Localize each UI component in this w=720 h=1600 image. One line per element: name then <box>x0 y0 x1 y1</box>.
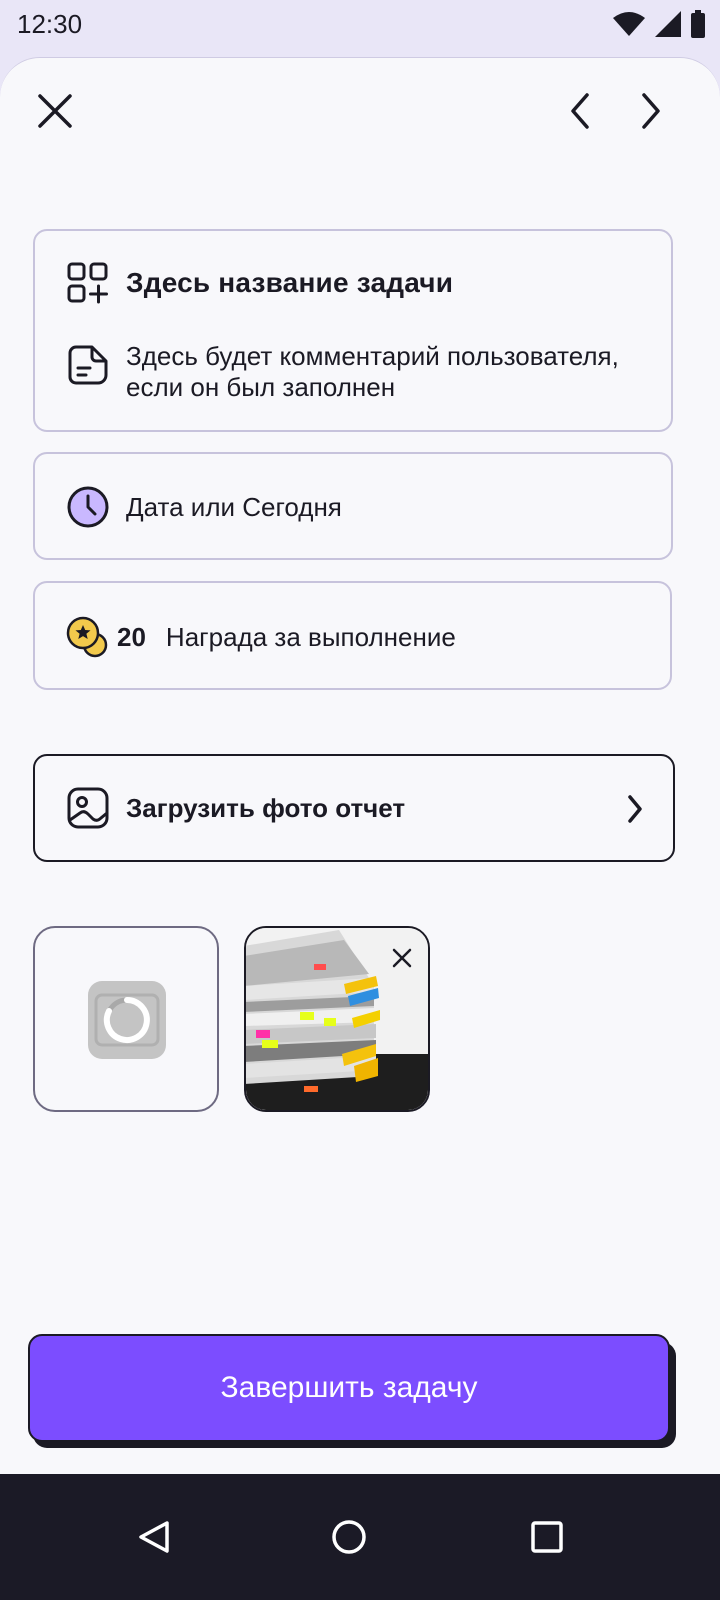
signal-icon <box>655 11 681 37</box>
recents-square-icon <box>531 1521 563 1553</box>
back-triangle-icon <box>139 1521 169 1553</box>
nav-home-button[interactable] <box>314 1502 384 1572</box>
wifi-icon <box>613 12 645 36</box>
task-comment: Здесь будет комментарий пользователя, ес… <box>126 341 619 402</box>
status-time: 12:30 <box>17 9 83 39</box>
next-task-button[interactable] <box>623 83 679 139</box>
battery-icon <box>691 10 705 38</box>
photo-placeholder <box>88 981 166 1059</box>
nav-recents-button[interactable] <box>512 1502 582 1572</box>
task-date: Дата или Сегодня <box>126 491 342 522</box>
reward-label: Награда за выполнение <box>165 621 456 652</box>
chevron-right-icon <box>642 93 660 129</box>
image-icon <box>67 787 109 829</box>
date-card: Дата или Сегодня <box>33 452 673 560</box>
close-icon <box>392 948 412 968</box>
chevron-left-icon <box>571 93 589 129</box>
photo-thumbnail-loading <box>33 926 219 1112</box>
loading-spinner-icon <box>94 993 160 1047</box>
close-icon <box>38 94 72 128</box>
nav-back-button[interactable] <box>119 1502 189 1572</box>
apps-add-icon <box>67 262 108 304</box>
complete-task-button[interactable]: Завершить задачу <box>28 1334 670 1442</box>
photo-thumbnail[interactable] <box>244 926 430 1112</box>
task-info-card: Здесь название задачи Здесь будет коммен… <box>33 229 673 432</box>
upload-photo-label: Загрузить фото отчет <box>126 792 406 823</box>
task-title: Здесь название задачи <box>126 267 454 298</box>
reward-card: 20 Награда за выполнение <box>33 581 672 690</box>
remove-photo-button[interactable] <box>384 940 420 976</box>
reward-amount: 20 <box>117 621 146 652</box>
previous-task-button[interactable] <box>552 83 608 139</box>
coin-icon <box>66 616 108 658</box>
status-bar: 12:30 <box>0 0 720 56</box>
home-circle-icon <box>332 1520 366 1554</box>
close-button[interactable] <box>27 83 83 139</box>
chevron-right-icon <box>628 795 642 823</box>
status-icons <box>612 10 706 38</box>
clock-icon <box>67 486 109 528</box>
note-icon <box>68 345 108 385</box>
system-navigation-bar <box>0 1474 720 1600</box>
upload-photo-button[interactable]: Загрузить фото отчет <box>33 754 675 862</box>
